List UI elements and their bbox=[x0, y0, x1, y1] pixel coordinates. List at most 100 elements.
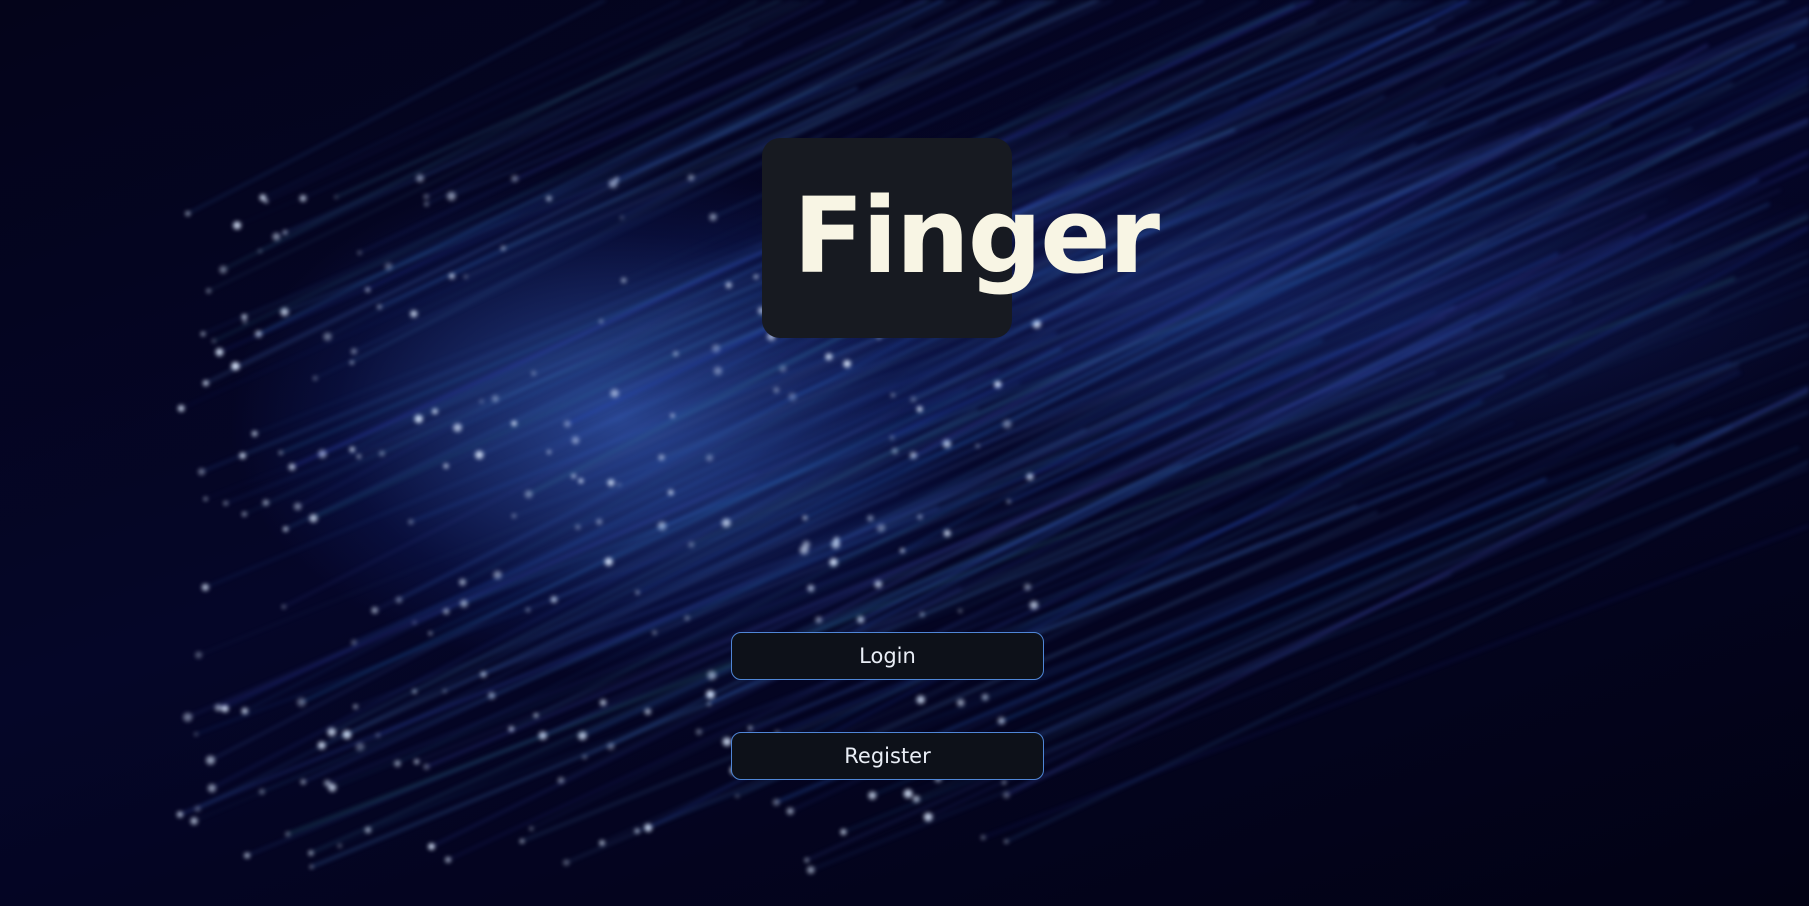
fiber-tip bbox=[644, 708, 651, 715]
fiber-strand bbox=[246, 371, 1436, 857]
fiber-tip bbox=[285, 831, 291, 837]
fiber-tip bbox=[194, 806, 201, 812]
fiber-tip bbox=[239, 452, 246, 459]
fiber-tip bbox=[957, 699, 965, 707]
fiber-tip bbox=[903, 789, 913, 799]
fiber-tip bbox=[891, 393, 895, 397]
fiber-tip bbox=[185, 211, 191, 217]
fiber-tip bbox=[194, 732, 198, 736]
fiber-tip bbox=[748, 726, 753, 730]
fiber-tip bbox=[519, 839, 525, 844]
fiber-strand bbox=[187, 473, 756, 718]
fiber-tip bbox=[414, 759, 419, 765]
fiber-tip bbox=[803, 515, 807, 520]
fiber-tip bbox=[244, 852, 251, 859]
fiber-tip bbox=[547, 450, 551, 454]
fiber-tip bbox=[621, 277, 627, 283]
fiber-tip bbox=[475, 450, 484, 460]
fiber-tip bbox=[807, 866, 815, 874]
fiber-tip bbox=[357, 250, 362, 255]
fiber-tip bbox=[207, 784, 216, 793]
fiber-tip bbox=[786, 807, 794, 815]
fiber-tip bbox=[493, 570, 502, 580]
fiber-tip bbox=[1003, 791, 1010, 799]
fiber-tip bbox=[1004, 839, 1009, 844]
fiber-tip bbox=[202, 380, 209, 386]
fiber-tip bbox=[351, 639, 357, 646]
fiber-tip bbox=[299, 195, 307, 202]
landing-page: Finger Login Register bbox=[0, 0, 1809, 906]
fiber-tip bbox=[617, 482, 621, 487]
fiber-tip bbox=[943, 529, 951, 537]
fiber-tip bbox=[563, 859, 570, 866]
fiber-tip bbox=[713, 366, 723, 376]
fiber-tip bbox=[350, 348, 357, 355]
fiber-tip bbox=[772, 798, 780, 806]
fiber-tip bbox=[323, 332, 332, 341]
fiber-tip bbox=[371, 607, 379, 614]
fiber-tip bbox=[599, 699, 607, 706]
fiber-tip bbox=[910, 396, 916, 403]
fiber-tip bbox=[309, 514, 318, 523]
fiber-tip bbox=[464, 275, 468, 279]
fiber-tip bbox=[599, 319, 603, 323]
fiber-tip bbox=[599, 840, 605, 846]
fiber-tip bbox=[408, 519, 414, 525]
fiber-tip bbox=[610, 389, 619, 398]
fiber-tip bbox=[201, 583, 209, 591]
fiber-tip bbox=[511, 513, 516, 519]
fiber-tip bbox=[281, 605, 286, 609]
fiber-tip bbox=[293, 502, 302, 511]
fiber-tip bbox=[190, 817, 198, 825]
fiber-tip bbox=[804, 858, 809, 863]
fiber-tip bbox=[264, 199, 268, 203]
fiber-tip bbox=[423, 763, 430, 770]
fiber-tip bbox=[317, 741, 326, 750]
fiber-tip bbox=[176, 811, 184, 818]
fiber-tip bbox=[324, 779, 331, 787]
fiber-tip bbox=[923, 812, 933, 822]
fiber-tip bbox=[423, 194, 429, 200]
fiber-tip bbox=[980, 835, 986, 840]
fiber-tip bbox=[223, 501, 228, 506]
fiber-tip bbox=[231, 362, 240, 371]
fiber-tip bbox=[206, 755, 215, 765]
login-button[interactable]: Login bbox=[731, 632, 1044, 680]
fiber-tip bbox=[604, 557, 613, 566]
fiber-tip bbox=[364, 826, 372, 834]
fiber-tip bbox=[511, 175, 519, 183]
fiber-tip bbox=[241, 314, 247, 320]
fiber-tip bbox=[428, 843, 435, 850]
fiber-tip bbox=[198, 468, 205, 476]
fiber-tip bbox=[428, 631, 432, 635]
fiber-tip bbox=[177, 405, 185, 412]
app-logo: Finger bbox=[793, 175, 1160, 297]
fiber-tip bbox=[424, 202, 429, 206]
fiber-tip bbox=[524, 490, 533, 499]
fiber-tip bbox=[203, 497, 208, 501]
fiber-tip bbox=[242, 319, 247, 324]
fiber-tip bbox=[529, 826, 533, 831]
fiber-tip bbox=[709, 213, 717, 221]
fiber-tip bbox=[312, 376, 318, 381]
fiber-tip bbox=[459, 578, 466, 586]
fiber-tip bbox=[843, 360, 851, 368]
fiber-tip bbox=[195, 651, 203, 659]
fiber-tip bbox=[241, 707, 249, 715]
fiber-tip bbox=[916, 406, 923, 413]
fiber-tip bbox=[578, 478, 584, 484]
fiber-tip bbox=[211, 338, 216, 344]
fiber-tip bbox=[773, 387, 780, 393]
fiber-tip bbox=[283, 526, 289, 532]
fiber-tip bbox=[300, 779, 306, 785]
fiber-tip bbox=[206, 288, 212, 294]
fiber-tip bbox=[1029, 601, 1039, 610]
fiber-tip bbox=[533, 713, 539, 718]
fiber-tip bbox=[1002, 780, 1006, 785]
register-button[interactable]: Register bbox=[731, 732, 1044, 780]
fiber-tip bbox=[384, 262, 393, 271]
fiber-tip bbox=[233, 221, 242, 230]
fiber-tip bbox=[410, 310, 418, 318]
fiber-tip bbox=[353, 704, 358, 709]
fiber-tip bbox=[668, 489, 674, 496]
